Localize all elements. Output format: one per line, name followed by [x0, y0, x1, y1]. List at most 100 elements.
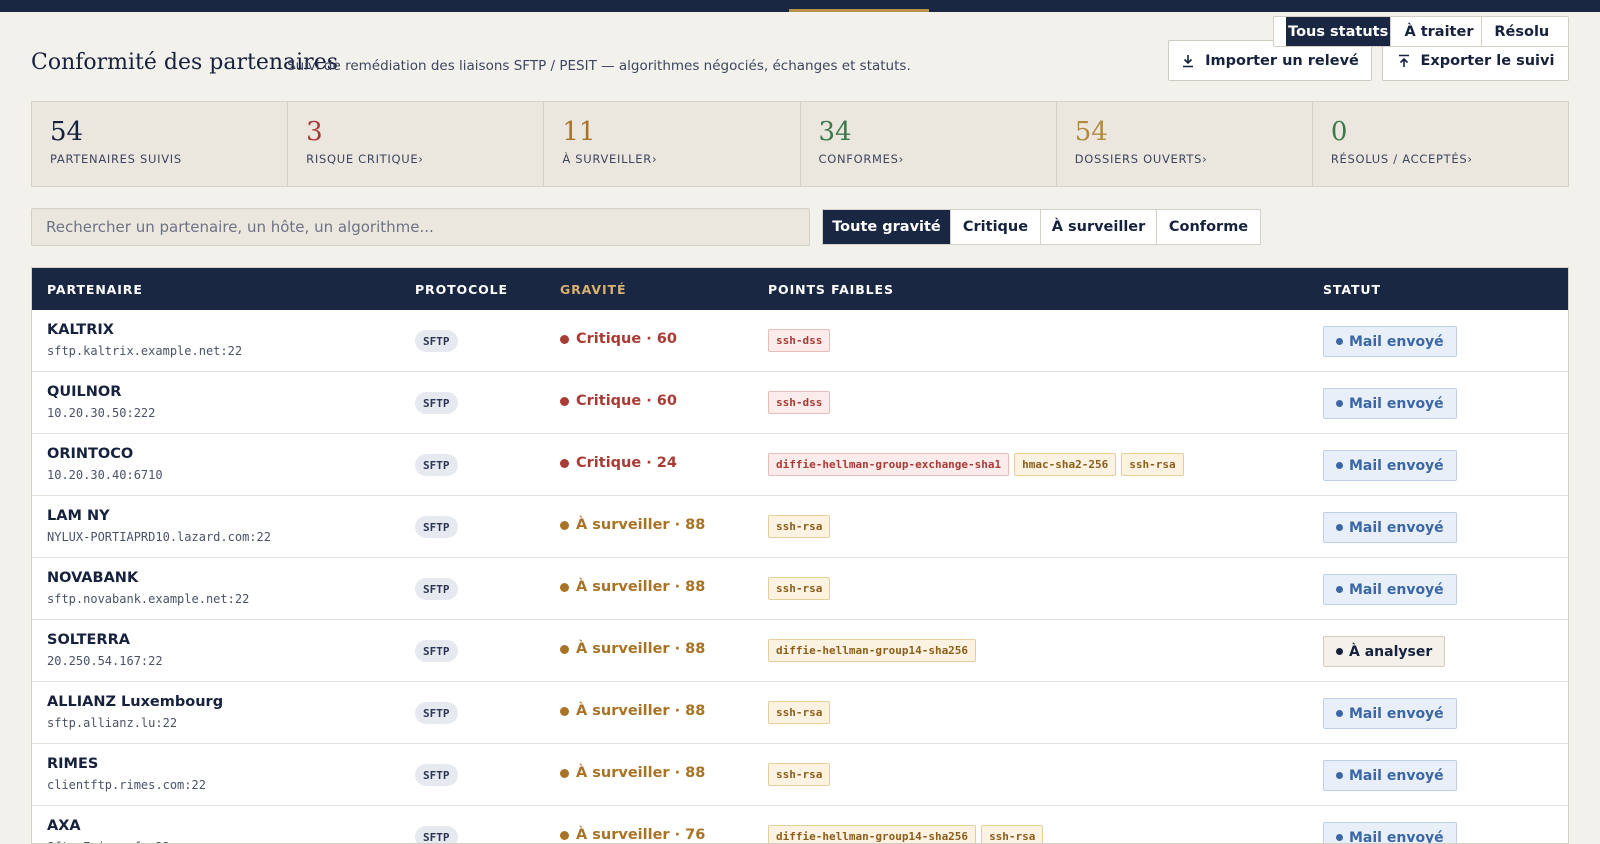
filter-to-process[interactable]: À traiter — [1397, 17, 1482, 46]
status-dot-icon — [1336, 648, 1343, 655]
column-header-partner[interactable]: PARTENAIRE — [47, 282, 143, 297]
protocol-badge: SFTP — [415, 330, 458, 352]
export-button-label: Exporter le suivi — [1420, 52, 1555, 69]
severity-label: À surveiller · 76 — [576, 827, 706, 843]
status-badge[interactable]: Mail envoyé — [1323, 760, 1457, 791]
stat-resolved[interactable]: 0 RÉSOLUS / ACCEPTÉS› — [1313, 102, 1568, 186]
weak-points-cell: ssh-rsa — [768, 701, 831, 724]
weak-points-cell: diffie-hellman-group14-sha256 ssh-rsa — [768, 825, 1044, 843]
partner-cell: KALTRIX sftp.kaltrix.example.net:22 — [47, 322, 242, 358]
status-label: Mail envoyé — [1349, 767, 1444, 784]
severity-label: À surveiller · 88 — [576, 641, 706, 657]
weak-points-cell: ssh-dss — [768, 329, 831, 352]
status-dot-icon — [1336, 462, 1343, 469]
weak-algorithm-tag: ssh-dss — [768, 329, 831, 352]
weak-algorithm-tag: ssh-rsa — [768, 577, 831, 600]
protocol-badge: SFTP — [415, 454, 458, 476]
severity-dot-icon — [560, 520, 569, 530]
filter-all-status[interactable]: Tous statuts — [1286, 17, 1392, 46]
severity-label: Critique · 60 — [576, 393, 677, 409]
partner-host: NYLUX-PORTIAPRD10.lazard.com:22 — [47, 530, 271, 544]
stat-label: RISQUE CRITIQUE› — [306, 152, 424, 166]
severity-indicator: Critique · 60 — [560, 393, 677, 409]
table-row[interactable]: ALLIANZ Luxembourg sftp.allianz.lu:22 SF… — [32, 682, 1568, 744]
status-label: Mail envoyé — [1349, 829, 1444, 844]
table-row[interactable]: KALTRIX sftp.kaltrix.example.net:22 SFTP… — [32, 310, 1568, 372]
weak-algorithm-tag: hmac-sha2-256 — [1014, 453, 1117, 476]
severity-indicator: À surveiller · 88 — [560, 765, 705, 781]
partner-cell: RIMES clientftp.rimes.com:22 — [47, 756, 206, 792]
search-input[interactable] — [31, 208, 810, 246]
column-header-protocol[interactable]: PROTOCOLE — [415, 282, 508, 297]
table-row[interactable]: QUILNOR 10.20.30.50:222 SFTP Critique · … — [32, 372, 1568, 434]
stat-open-cases[interactable]: 54 DOSSIERS OUVERTS› — [1057, 102, 1313, 186]
severity-dot-icon — [560, 644, 569, 654]
partner-cell: ALLIANZ Luxembourg sftp.allianz.lu:22 — [47, 694, 223, 730]
status-badge[interactable]: Mail envoyé — [1323, 512, 1457, 543]
partner-host: sftp.allianz.lu:22 — [47, 716, 178, 730]
weak-points-cell: ssh-dss — [768, 391, 831, 414]
protocol-badge: SFTP — [415, 578, 458, 600]
stat-to-watch[interactable]: 11 À SURVEILLER› — [544, 102, 801, 186]
column-header-severity[interactable]: GRAVITÉ — [560, 282, 626, 297]
status-dot-icon — [1336, 400, 1343, 407]
stat-compliant[interactable]: 34 CONFORMES› — [801, 102, 1057, 186]
filter-compliant[interactable]: Conforme — [1157, 210, 1260, 244]
stat-tracked-partners: 54 PARTENAIRES SUIVIS — [32, 102, 289, 186]
page-subtitle: Suivi de remédiation des liaisons SFTP /… — [287, 58, 911, 74]
table-row[interactable]: NOVABANK sftp.novabank.example.net:22 SF… — [32, 558, 1568, 620]
status-label: À analyser — [1349, 643, 1433, 660]
status-label: Mail envoyé — [1349, 333, 1444, 350]
import-button-label: Importer un relevé — [1205, 52, 1359, 69]
severity-indicator: À surveiller · 76 — [560, 827, 705, 843]
table-row[interactable]: ORINTOCO 10.20.30.40:6710 SFTP Critique … — [32, 434, 1568, 496]
stat-value: 0 — [1330, 117, 1348, 147]
column-header-status[interactable]: STATUT — [1323, 282, 1381, 297]
status-badge[interactable]: Mail envoyé — [1323, 450, 1457, 481]
weak-points-cell: diffie-hellman-group-exchange-sha1 hmac-s… — [768, 453, 1184, 476]
partner-host: sftp.kaltrix.example.net:22 — [47, 344, 243, 358]
weak-algorithm-tag: ssh-rsa — [981, 825, 1044, 843]
status-badge[interactable]: À analyser — [1323, 636, 1446, 667]
table-row[interactable]: AXA Sftp.Epicom.fr:22 SFTP À surveiller … — [32, 806, 1568, 844]
table-row[interactable]: SOLTERRA 20.250.54.167:22 SFTP À surveil… — [32, 620, 1568, 682]
status-dot-icon — [1336, 710, 1343, 717]
status-badge[interactable]: Mail envoyé — [1323, 326, 1457, 357]
severity-dot-icon — [560, 706, 569, 716]
status-badge[interactable]: Mail envoyé — [1323, 574, 1457, 605]
column-header-weak-points[interactable]: POINTS FAIBLES — [768, 282, 894, 297]
weak-algorithm-tag: ssh-dss — [768, 391, 831, 414]
filter-all-gravity[interactable]: Toute gravité — [823, 210, 951, 244]
partner-host: 10.20.30.50:222 — [47, 406, 156, 420]
status-label: Mail envoyé — [1349, 581, 1444, 598]
status-badge[interactable]: Mail envoyé — [1323, 822, 1457, 844]
severity-indicator: À surveiller · 88 — [560, 703, 705, 719]
protocol-badge: SFTP — [415, 640, 458, 662]
severity-label: Critique · 60 — [576, 331, 677, 347]
stat-value: 11 — [562, 117, 596, 147]
protocol-badge: SFTP — [415, 702, 458, 724]
status-dot-icon — [1336, 834, 1343, 841]
table-row[interactable]: RIMES clientftp.rimes.com:22 SFTP À surv… — [32, 744, 1568, 806]
weak-points-cell: ssh-rsa — [768, 763, 831, 786]
weak-algorithm-tag: diffie-hellman-group14-sha256 — [768, 825, 977, 843]
filter-to-watch[interactable]: À surveiller — [1041, 210, 1157, 244]
filter-critical[interactable]: Critique — [951, 210, 1041, 244]
protocol-badge: SFTP — [415, 392, 458, 414]
severity-dot-icon — [560, 830, 569, 840]
table-row[interactable]: LAM NY NYLUX-PORTIAPRD10.lazard.com:22 S… — [32, 496, 1568, 558]
stat-label: CONFORMES› — [818, 152, 904, 166]
status-badge[interactable]: Mail envoyé — [1323, 388, 1457, 419]
severity-dot-icon — [560, 582, 569, 592]
weak-algorithm-tag: ssh-rsa — [768, 701, 831, 724]
filter-resolved[interactable]: Résolu — [1488, 17, 1556, 46]
table-body: KALTRIX sftp.kaltrix.example.net:22 SFTP… — [32, 310, 1568, 844]
severity-indicator: À surveiller · 88 — [560, 517, 705, 533]
status-badge[interactable]: Mail envoyé — [1323, 698, 1457, 729]
partner-cell: LAM NY NYLUX-PORTIAPRD10.lazard.com:22 — [47, 508, 271, 544]
stat-label: DOSSIERS OUVERTS› — [1074, 152, 1208, 166]
status-dot-icon — [1336, 338, 1343, 345]
status-dot-icon — [1336, 772, 1343, 779]
stat-critical-risk[interactable]: 3 RISQUE CRITIQUE› — [288, 102, 545, 186]
status-filter: Tous statuts À traiter Résolu — [1273, 16, 1569, 47]
